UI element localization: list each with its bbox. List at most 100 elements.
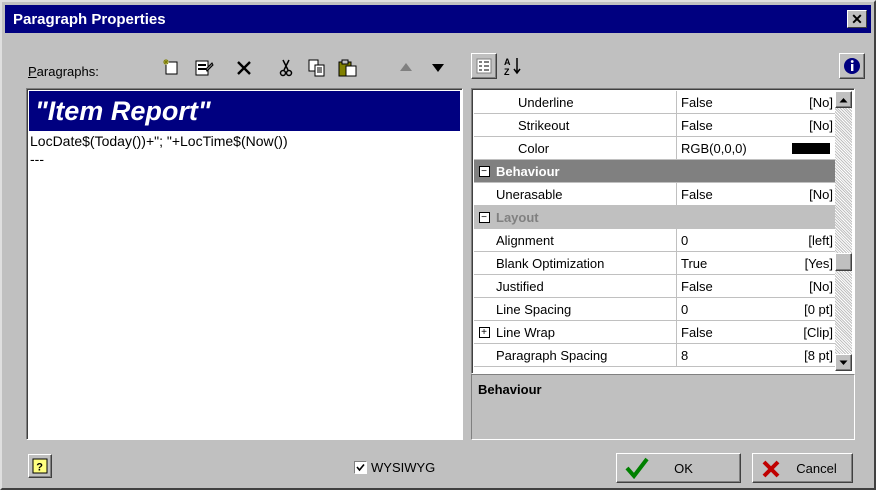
property-row[interactable]: Strikeout False [No] — [474, 114, 836, 137]
property-display-value: [No] — [809, 278, 833, 294]
wysiwyg-label: WYSIWYG — [371, 460, 436, 475]
property-value[interactable]: True — [677, 252, 777, 274]
sort-alphabetical-icon[interactable]: AZ — [501, 54, 525, 78]
wysiwyg-toggle[interactable]: WYSIWYG — [354, 460, 435, 475]
property-row[interactable]: Color RGB(0,0,0) — [474, 137, 836, 160]
ok-button[interactable]: OK — [616, 453, 741, 483]
property-display-value: [No] — [809, 186, 833, 202]
property-display-value: [Yes] — [804, 255, 833, 271]
property-value[interactable]: 8 — [677, 344, 777, 366]
paragraphs-label: Paragraphs: — [28, 64, 99, 79]
help-button[interactable]: ? — [28, 454, 52, 478]
row-gutter — [474, 344, 494, 366]
wysiwyg-checkbox[interactable] — [354, 461, 367, 474]
paragraph-item[interactable]: LocDate$(Today())+"; "+LocTime$(Now()) — [29, 131, 460, 149]
cut-icon[interactable] — [274, 56, 298, 80]
cancel-x-icon — [762, 460, 780, 478]
paste-icon[interactable] — [336, 56, 360, 80]
collapse-icon[interactable]: − — [474, 160, 494, 182]
paragraph-item[interactable]: --- — [29, 149, 460, 167]
property-display-value: [No] — [809, 117, 833, 133]
property-display-value: [No] — [809, 94, 833, 110]
expand-icon[interactable]: + — [474, 321, 494, 343]
property-name: Paragraph Spacing — [494, 344, 677, 366]
property-value[interactable]: False — [677, 91, 777, 113]
paragraph-properties-dialog: Paragraph Properties ✕ Paragraphs: AZ "I… — [0, 0, 876, 490]
property-value[interactable]: 0 — [677, 298, 777, 320]
copy-icon[interactable] — [305, 56, 329, 80]
row-gutter — [474, 252, 494, 274]
description-title: Behaviour — [478, 382, 542, 397]
close-icon: ✕ — [851, 11, 863, 27]
title-bar: Paragraph Properties ✕ — [5, 5, 871, 33]
property-name: Justified — [494, 275, 677, 297]
row-gutter — [474, 298, 494, 320]
property-value[interactable]: False — [677, 275, 777, 297]
collapse-icon[interactable]: − — [474, 206, 494, 228]
property-name: Unerasable — [494, 183, 677, 205]
property-value[interactable]: RGB(0,0,0) — [677, 137, 777, 159]
row-gutter — [474, 183, 494, 205]
help-icon: ? — [32, 458, 48, 474]
delete-icon[interactable] — [232, 56, 256, 80]
property-display-value: [left] — [808, 232, 833, 248]
property-display-value: [Clip] — [803, 324, 833, 340]
property-row[interactable]: Justified False [No] — [474, 275, 836, 298]
scroll-down-button[interactable] — [835, 354, 852, 371]
property-grid-scrollbar[interactable] — [835, 91, 852, 371]
window-title: Paragraph Properties — [13, 10, 166, 28]
ok-label: OK — [674, 460, 693, 476]
paragraphs-list[interactable]: "Item Report" LocDate$(Today())+"; "+LocT… — [26, 88, 463, 440]
property-value[interactable]: False — [677, 114, 777, 136]
property-value[interactable]: 0 — [677, 229, 777, 251]
property-row[interactable]: Underline False [No] — [474, 91, 836, 114]
property-display-value: [0 pt] — [804, 301, 833, 317]
category-row[interactable]: − Layout — [474, 206, 836, 229]
info-icon[interactable] — [839, 53, 865, 79]
ok-checkmark-icon — [625, 457, 649, 479]
move-up-icon[interactable] — [394, 56, 418, 80]
property-name: Line Wrap — [494, 321, 677, 343]
property-row[interactable]: Blank Optimization True [Yes] — [474, 252, 836, 275]
close-button[interactable]: ✕ — [847, 10, 867, 28]
property-row[interactable]: Alignment 0 [left] — [474, 229, 836, 252]
categorized-view-icon[interactable] — [471, 53, 497, 79]
row-gutter — [474, 137, 494, 159]
svg-text:Z: Z — [504, 67, 510, 76]
scroll-up-icon — [839, 97, 848, 102]
svg-text:A: A — [504, 57, 511, 67]
category-row[interactable]: − Behaviour — [474, 160, 836, 183]
row-gutter — [474, 275, 494, 297]
description-pane: Behaviour — [471, 374, 855, 440]
checkmark-icon — [356, 463, 365, 472]
property-value[interactable]: False — [677, 321, 777, 343]
move-down-icon[interactable] — [426, 56, 450, 80]
property-name: Alignment — [494, 229, 677, 251]
property-row[interactable]: Line Spacing 0 [0 pt] — [474, 298, 836, 321]
cancel-button[interactable]: Cancel — [752, 453, 853, 483]
properties-icon[interactable] — [192, 56, 216, 80]
scroll-down-icon — [839, 360, 848, 365]
category-label: Layout — [496, 209, 539, 225]
property-grid[interactable]: Underline False [No] Strikeout False [No] Colo… — [471, 88, 855, 374]
row-gutter — [474, 91, 494, 113]
property-name: Color — [494, 137, 677, 159]
color-swatch — [792, 142, 830, 154]
new-paragraph-icon[interactable] — [160, 56, 184, 80]
property-name: Underline — [494, 91, 677, 113]
property-row[interactable]: Paragraph Spacing 8 [8 pt] — [474, 344, 836, 367]
scroll-thumb[interactable] — [835, 253, 852, 271]
property-row[interactable]: Unerasable False [No] — [474, 183, 836, 206]
property-name: Strikeout — [494, 114, 677, 136]
property-value[interactable]: False — [677, 183, 777, 205]
svg-text:?: ? — [36, 462, 43, 474]
row-gutter — [474, 114, 494, 136]
property-name: Line Spacing — [494, 298, 677, 320]
scroll-up-button[interactable] — [835, 91, 852, 108]
property-row[interactable]: + Line Wrap False [Clip] — [474, 321, 836, 344]
paragraph-item-selected[interactable]: "Item Report" — [29, 91, 460, 131]
property-name: Blank Optimization — [494, 252, 677, 274]
category-label: Behaviour — [496, 163, 560, 179]
row-gutter — [474, 229, 494, 251]
property-display-value: [8 pt] — [804, 347, 833, 363]
